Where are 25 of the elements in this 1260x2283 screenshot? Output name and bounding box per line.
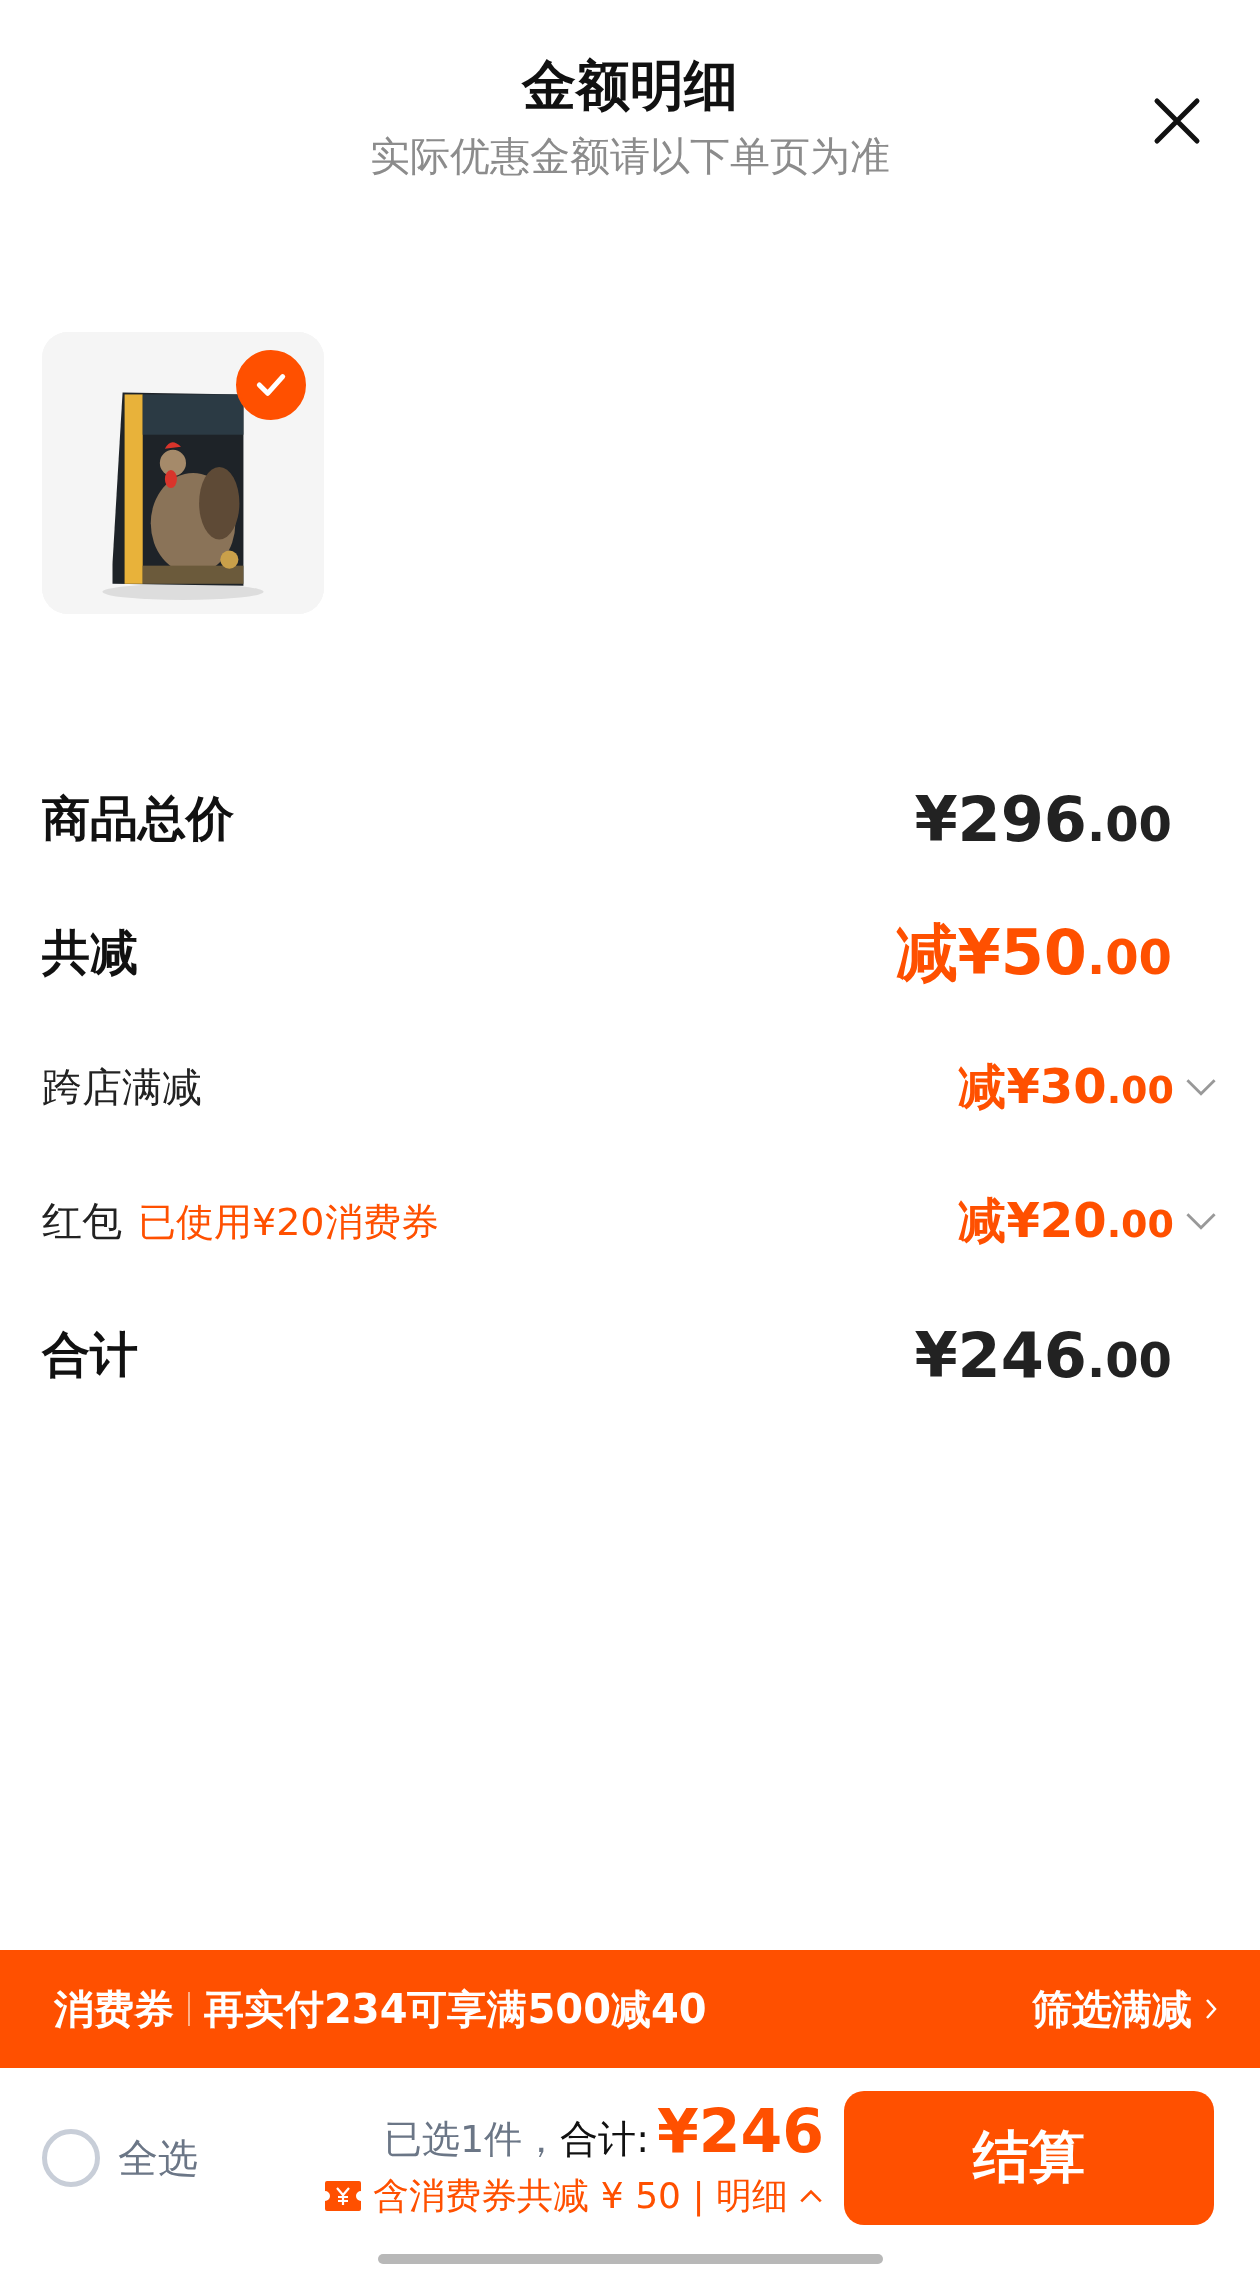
amount-text: 减¥30.00 [958,1057,1174,1116]
close-icon[interactable] [1152,96,1202,146]
row-label: 商品总价 [42,789,234,848]
checkout-button[interactable]: 结算 [844,2091,1214,2225]
sheet-title: 金额明细 [522,53,738,119]
amount-text: ¥296.00 [914,782,1172,856]
selected-count: 已选1件， [384,2115,561,2163]
coupon-message: 再实付234可享满500减40 [204,1984,707,2034]
row-label: 合计 [42,1325,138,1384]
amount-text: 减¥50.00 [895,915,1172,991]
savings-detail-link[interactable]: 含消费券共减 ¥ 50 | 明细 [323,2171,824,2221]
filter-link[interactable]: 筛选满减 [1032,1981,1218,2037]
amount-text: 减¥20.00 [958,1191,1174,1250]
select-all-radio[interactable] [42,2129,100,2187]
coupon-note: 已使用¥20消费券 [138,1198,439,1246]
row-label: 跨店满减 [42,1062,202,1112]
total-price: ¥246 [657,2095,824,2166]
total-label: 合计: [560,2115,649,2163]
select-all-label[interactable]: 全选 [118,2130,198,2186]
chevron-icon [1204,1997,1218,2021]
row-label: 共减 [42,923,138,982]
sheet-subtitle: 实际优惠金额请以下单页为准 [370,132,890,181]
ticket-icon [323,2179,364,2213]
amount-text: ¥246.00 [914,1318,1172,1392]
row-label: 红包 [42,1196,122,1246]
